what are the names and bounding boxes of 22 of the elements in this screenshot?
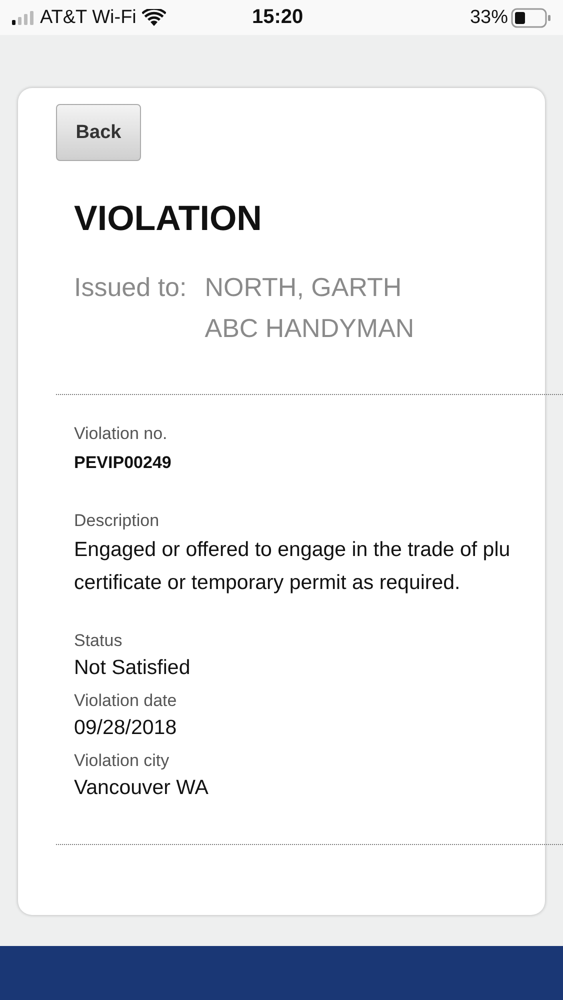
carrier-name: AT&T Wi-Fi (40, 6, 136, 28)
issued-to-name: NORTH, GARTH (204, 271, 403, 304)
battery-icon (511, 8, 551, 28)
field-label: Violation date (74, 690, 177, 712)
field-value: Vancouver WA (74, 775, 208, 801)
field-value: Not Satisfied (74, 655, 190, 681)
issued-to-name: ABC HANDYMAN (204, 312, 414, 345)
field-label: Violation city (74, 750, 170, 772)
back-button[interactable]: Back (56, 104, 141, 161)
field-label: Description (74, 510, 160, 532)
description-text: Engaged or offered to engage in the trade of plu (74, 537, 510, 563)
wifi-icon (142, 9, 166, 26)
signal-icon (12, 10, 34, 24)
page-title: VIOLATION (74, 199, 262, 239)
battery-percent: 33% (470, 6, 508, 28)
violation-number: PEVIP00249 (74, 452, 172, 474)
issued-to-label: Issued to: (74, 271, 187, 304)
field-label: Status (74, 630, 122, 652)
clock-time: 15:20 (252, 6, 304, 29)
field-value: 09/28/2018 (74, 715, 177, 741)
description-text: certificate or temporary permit as required. (74, 570, 460, 596)
field-label: Violation no. (74, 423, 168, 445)
